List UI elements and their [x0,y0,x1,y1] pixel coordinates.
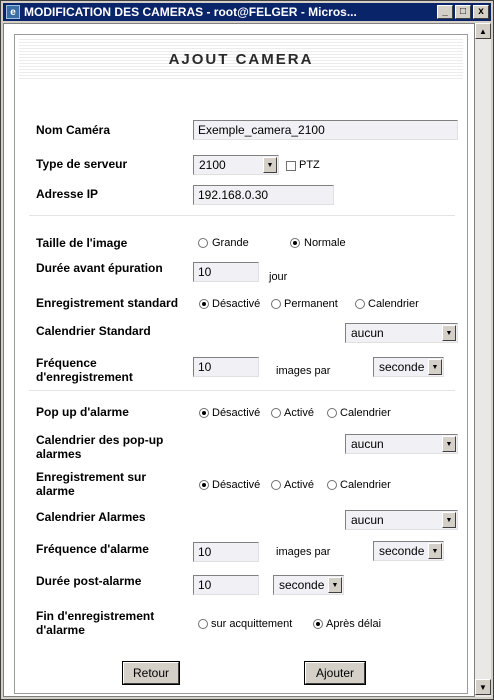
enreg-alarme-calendrier-radio[interactable] [327,480,337,490]
enreg-alarme-calendrier-label: Calendrier [340,479,391,491]
frequence-enreg-input[interactable]: 10 [193,357,259,377]
section-divider [29,390,455,391]
calendrier-alarmes-select[interactable]: aucun ▼ [345,510,458,530]
frequence-enreg-label-2: d'enregistrement [36,370,133,384]
ajouter-button[interactable]: Ajouter [305,662,365,684]
title-bar[interactable]: e MODIFICATION DES CAMERAS - root@FELGER… [3,3,491,21]
frequence-alarme-period-select[interactable]: seconde ▼ [373,541,444,561]
enreg-alarme-desactive-radio[interactable] [199,480,209,490]
nom-camera-input[interactable]: Exemple_camera_2100 [193,120,458,140]
enreg-standard-permanent-label: Permanent [284,298,338,310]
form-heading-bar: AJOUT CAMERA [19,39,463,79]
nom-camera-label: Nom Caméra [36,123,111,137]
frequence-alarme-period-value: seconde [379,544,425,558]
calendrier-alarmes-label: Calendrier Alarmes [36,510,146,524]
duree-epuration-input[interactable]: 10 [193,262,259,282]
popup-alarme-label: Pop up d'alarme [36,405,129,419]
taille-normale-radio[interactable] [290,238,300,248]
frequence-enreg-unit: images par [276,365,331,377]
chevron-down-icon[interactable]: ▼ [442,512,456,528]
section-divider [29,215,455,216]
frequence-enreg-label-1: Fréquence [36,356,97,370]
title-prefix: MODIFICATION DES CAMERAS - [24,5,214,19]
chevron-down-icon[interactable]: ▼ [428,543,442,559]
frequence-alarme-unit: images par [276,546,331,558]
retour-button[interactable]: Retour [123,662,179,684]
enreg-standard-calendrier-radio[interactable] [355,299,365,309]
enreg-standard-permanent-radio[interactable] [271,299,281,309]
calendrier-standard-label: Calendrier Standard [36,324,151,338]
adresse-ip-label: Adresse IP [36,187,99,201]
fin-enreg-label-1: Fin d'enregistrement [36,609,155,623]
popup-desactive-label: Désactivé [212,407,261,419]
enreg-alarme-label-1: Enregistrement sur [36,470,147,484]
enreg-standard-desactive-label: Désactivé [212,298,261,310]
frequence-alarme-label: Fréquence d'alarme [36,542,149,556]
type-serveur-label: Type de serveur [36,157,128,171]
vertical-scrollbar[interactable]: ▲ ▼ [475,23,491,697]
title-suffix: - Micros... [297,5,357,19]
form-heading: AJOUT CAMERA [168,50,314,68]
scroll-up-icon[interactable]: ▲ [475,23,491,39]
ptz-checkbox[interactable] [286,161,296,171]
chevron-down-icon[interactable]: ▼ [263,157,277,173]
enreg-alarme-label-2: alarme [36,484,75,498]
popup-active-radio[interactable] [271,408,281,418]
calendrier-popup-label-1: Calendrier des pop-up [36,433,164,447]
ptz-label: PTZ [299,159,320,171]
form-panel: AJOUT CAMERA Nom Caméra Exemple_camera_2… [14,34,468,694]
calendrier-standard-value: aucun [351,326,384,340]
taille-grande-label: Grande [212,237,249,249]
taille-image-label: Taille de l'image [36,236,128,250]
duree-post-alarme-period-select[interactable]: seconde ▼ [273,575,344,595]
popup-active-label: Activé [284,407,314,419]
duree-epuration-unit: jour [269,271,288,283]
taille-grande-radio[interactable] [198,238,208,248]
window-title: MODIFICATION DES CAMERAS - root@FELGER -… [24,5,435,19]
enreg-alarme-desactive-label: Désactivé [212,479,261,491]
adresse-ip-input[interactable]: 192.168.0.30 [193,185,334,205]
duree-post-alarme-label: Durée post-alarme [36,574,142,588]
type-serveur-value: 2100 [199,158,226,172]
calendrier-popup-label-2: alarmes [36,447,82,461]
enreg-standard-desactive-radio[interactable] [199,299,209,309]
frequence-enreg-period-value: seconde [379,360,425,374]
fin-enreg-label-2: d'alarme [36,623,85,637]
calendrier-alarmes-value: aucun [351,513,384,527]
type-serveur-select[interactable]: 2100 ▼ [193,155,279,175]
maximize-button[interactable]: □ [455,5,471,19]
title-user: root@FELGER [213,5,298,19]
enreg-standard-calendrier-label: Calendrier [368,298,419,310]
fin-enreg-apres-delai-label: Après délai [326,618,382,630]
page-content: AJOUT CAMERA Nom Caméra Exemple_camera_2… [3,23,475,697]
enregistrement-standard-label: Enregistrement standard [36,296,179,310]
window-icon: e [6,5,20,19]
frequence-enreg-period-select[interactable]: seconde ▼ [373,357,444,377]
calendrier-popup-select[interactable]: aucun ▼ [345,434,458,454]
fin-enreg-apres-delai-radio[interactable] [313,619,323,629]
duree-epuration-label: Durée avant épuration [36,261,163,275]
calendrier-standard-select[interactable]: aucun ▼ [345,323,458,343]
chevron-down-icon[interactable]: ▼ [442,325,456,341]
duree-post-alarme-period-value: seconde [279,578,325,592]
enreg-alarme-active-radio[interactable] [271,480,281,490]
chevron-down-icon[interactable]: ▼ [442,436,456,452]
chevron-down-icon[interactable]: ▼ [328,577,342,593]
fin-enreg-acquittement-label: sur acquittement [211,618,293,630]
calendrier-popup-value: aucun [351,437,384,451]
fin-enreg-acquittement-radio[interactable] [198,619,208,629]
taille-normale-label: Normale [304,237,346,249]
scroll-down-icon[interactable]: ▼ [475,679,491,695]
frequence-alarme-input[interactable]: 10 [193,542,259,562]
popup-calendrier-radio[interactable] [327,408,337,418]
minimize-button[interactable]: _ [437,5,453,19]
close-button[interactable]: x [473,5,489,19]
enreg-alarme-active-label: Activé [284,479,314,491]
duree-post-alarme-input[interactable]: 10 [193,575,259,595]
browser-window: e MODIFICATION DES CAMERAS - root@FELGER… [0,0,494,700]
chevron-down-icon[interactable]: ▼ [428,359,442,375]
popup-calendrier-label: Calendrier [340,407,391,419]
popup-desactive-radio[interactable] [199,408,209,418]
